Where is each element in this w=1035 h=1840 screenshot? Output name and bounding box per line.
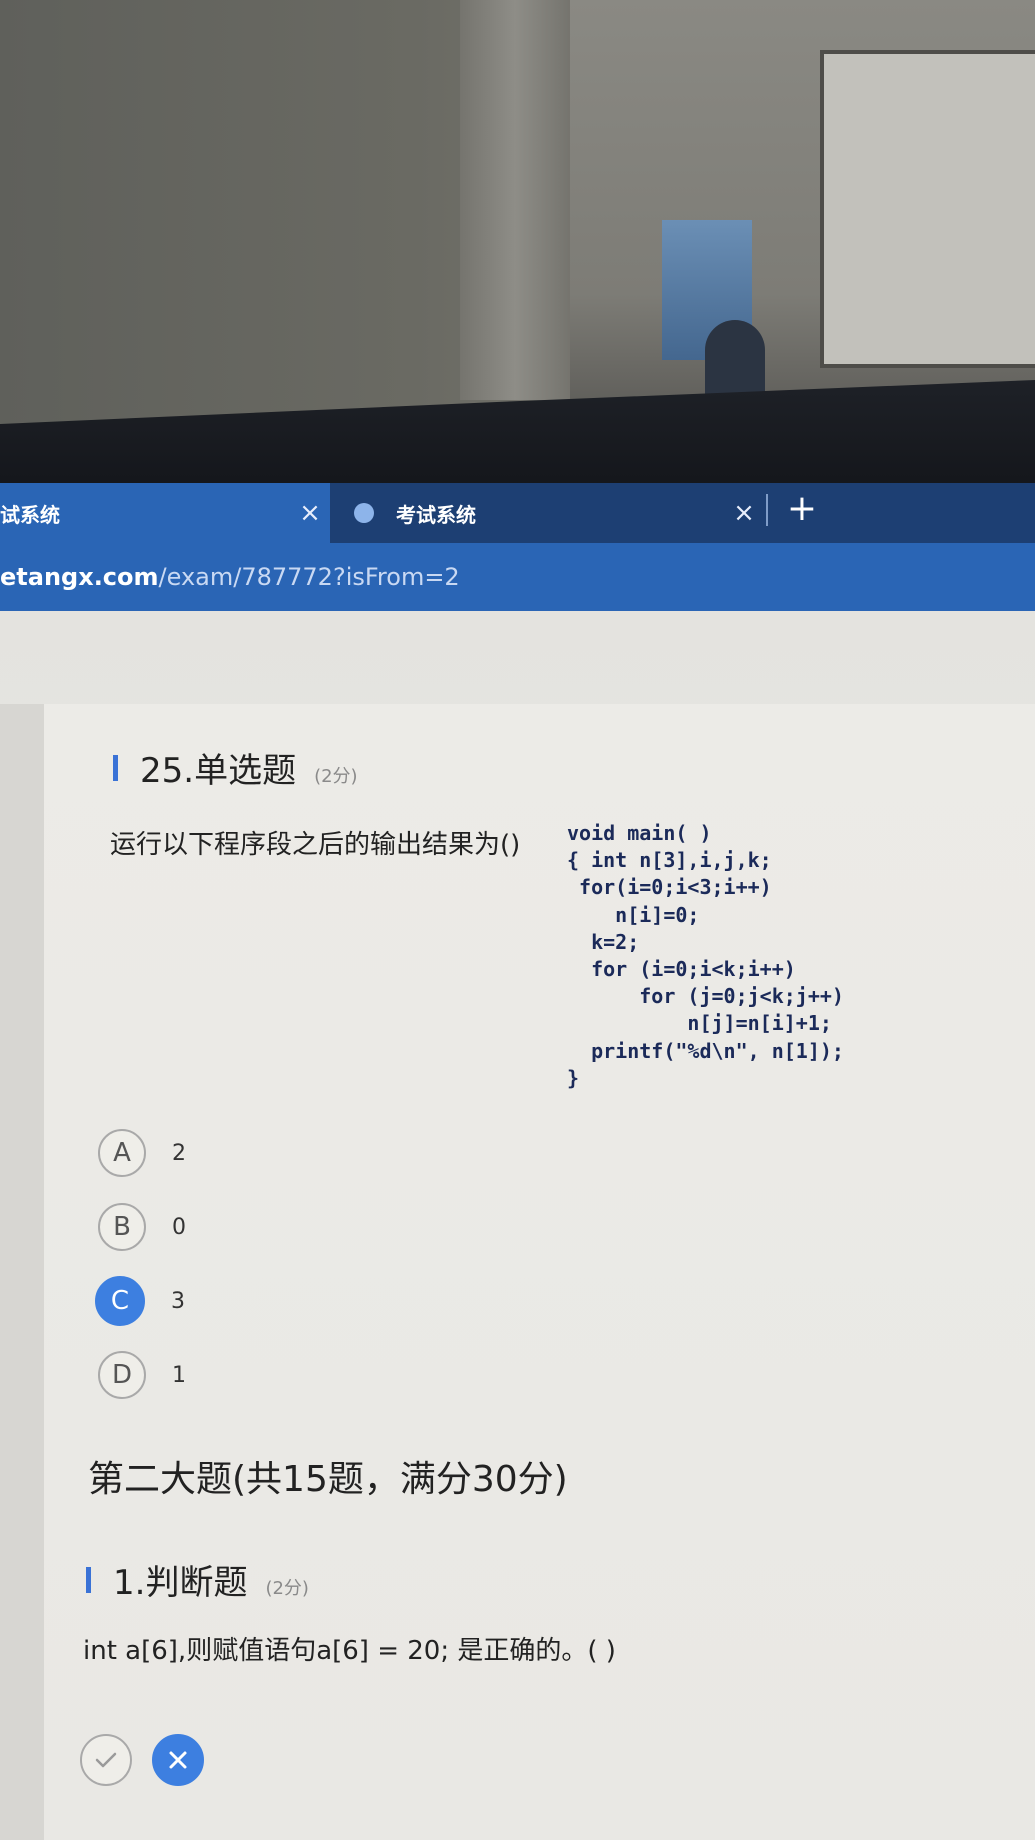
answer-true-button[interactable] [80,1734,132,1786]
tab-exam-1[interactable]: 试系统 × [0,483,330,543]
question-card [44,704,1035,1840]
url-path: /exam/787772?isFrom=2 [158,563,460,591]
question-25-header: 25.单选题 (2分) [113,743,358,792]
background-board [820,50,1035,368]
new-tab-button[interactable]: + [782,486,822,532]
url-host: etangx.com [0,563,159,591]
tab-title: 考试系统 [396,502,476,527]
option-letter: A [98,1129,146,1177]
question-points: (2分) [265,1578,309,1599]
check-icon [95,1752,117,1768]
address-bar[interactable]: etangx.com/exam/787772?isFrom=2 [0,543,1035,611]
background-person [705,320,765,400]
question-stem: 运行以下程序段之后的输出结果为() [110,830,521,860]
favicon-icon [354,503,374,523]
question-stem: int a[6],则赋值语句a[6] = 20; 是正确的。( ) [83,1636,616,1666]
option-letter: D [98,1351,146,1399]
section-title: 第二大题(共15题，满分30分) [88,1459,568,1500]
option-text: 2 [172,1140,186,1166]
background-pillar [460,0,570,400]
close-icon [169,1751,187,1769]
heading-accent-bar [113,754,118,781]
option-letter: C [95,1276,145,1326]
question-title: 25.单选题 [140,751,297,791]
code-snippet: void main( ) { int n[3],i,j,k; for(i=0;i… [567,821,844,1090]
option-text: 0 [172,1214,186,1240]
option-text: 3 [171,1288,185,1314]
option-c[interactable]: C 3 [95,1276,185,1326]
option-text: 1 [172,1362,186,1388]
answer-false-button[interactable] [152,1734,204,1786]
option-a[interactable]: A 2 [98,1129,186,1177]
heading-accent-bar [86,1566,91,1593]
option-letter: B [98,1203,146,1251]
tab-exam-2[interactable]: 考试系统 × [334,483,764,543]
tab-close-icon[interactable]: × [290,498,330,528]
left-pane [0,704,44,1840]
option-b[interactable]: B 0 [98,1203,186,1251]
question-points: (2分) [314,766,358,787]
question-title: 1.判断题 [113,1563,248,1603]
question-1-header: 1.判断题 (2分) [86,1555,309,1604]
tab-title: 试系统 [0,502,60,527]
browser-tab-bar: 试系统 × 考试系统 × [0,483,1035,543]
tab-close-icon[interactable]: × [724,498,764,528]
tab-separator [766,494,768,526]
option-d[interactable]: D 1 [98,1351,186,1399]
